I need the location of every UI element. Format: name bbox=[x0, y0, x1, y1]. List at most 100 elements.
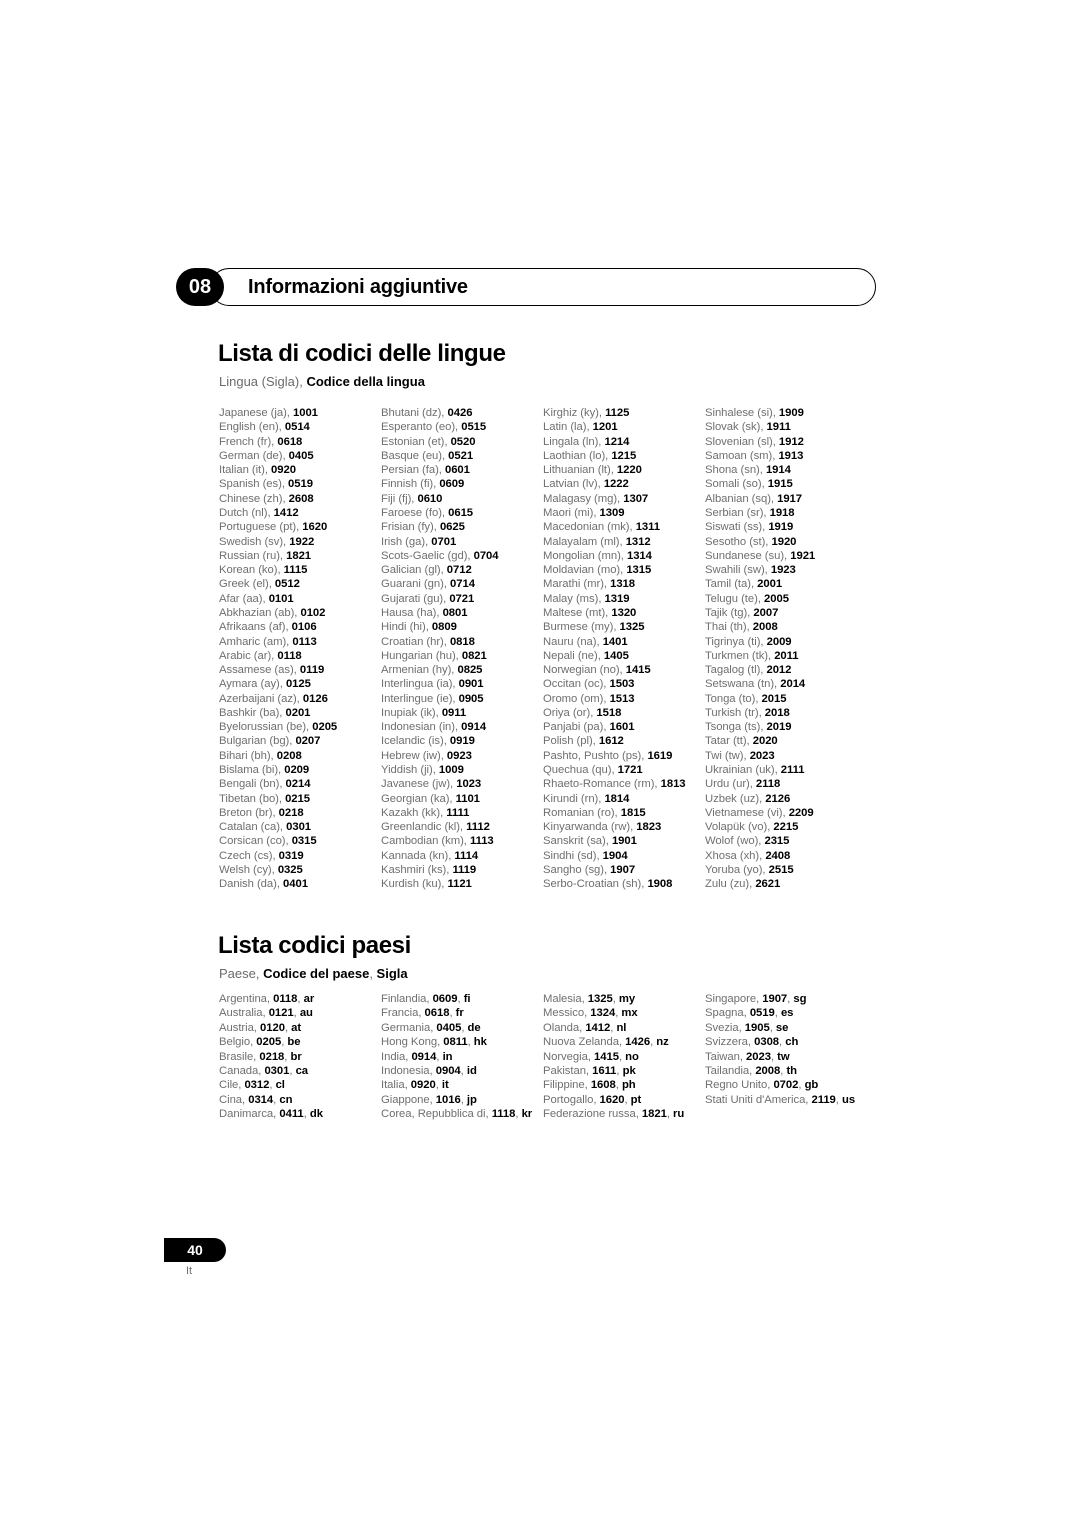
language-code-code: 2023 bbox=[749, 749, 775, 762]
country-code-name: Norvegia, bbox=[543, 1050, 594, 1063]
language-code-name: English (en), bbox=[219, 421, 285, 434]
country-code-row: Cina, 0314, cn bbox=[219, 1093, 381, 1107]
language-code-name: Urdu (ur), bbox=[705, 778, 756, 791]
country-code-abbr: au bbox=[299, 1007, 313, 1020]
language-code-code: 0704 bbox=[473, 549, 499, 562]
language-code-row: Cambodian (km), 1113 bbox=[381, 834, 543, 848]
country-code-row: Germania, 0405, de bbox=[381, 1021, 543, 1035]
language-code-name: Tagalog (tl), bbox=[705, 664, 767, 677]
language-code-code: 1920 bbox=[771, 535, 797, 548]
language-code-row: Tamil (ta), 2001 bbox=[705, 577, 880, 591]
country-code-code: 0811 bbox=[443, 1036, 468, 1049]
country-code-row: Pakistan, 1611, pk bbox=[543, 1064, 705, 1078]
language-code-name: Arabic (ar), bbox=[219, 649, 278, 662]
language-code-row: Siswati (ss), 1919 bbox=[705, 520, 880, 534]
language-code-name: Thai (th), bbox=[705, 621, 753, 634]
language-code-code: 1721 bbox=[617, 764, 643, 777]
language-code-code: 1405 bbox=[603, 649, 629, 662]
language-code-name: Turkish (tr), bbox=[705, 706, 765, 719]
language-code-code: 1923 bbox=[770, 564, 796, 577]
country-code-row: Hong Kong, 0811, hk bbox=[381, 1035, 543, 1049]
language-code-code: 1914 bbox=[765, 464, 791, 477]
country-code-row: Austria, 0120, at bbox=[219, 1021, 381, 1035]
language-code-row: Uzbek (uz), 2126 bbox=[705, 792, 880, 806]
language-code-code: 1619 bbox=[647, 749, 673, 762]
country-code-abbr: no bbox=[625, 1050, 639, 1063]
language-code-name: Sanskrit (sa), bbox=[543, 835, 612, 848]
language-code-name: Kannada (kn), bbox=[381, 849, 455, 862]
country-code-row: Messico, 1324, mx bbox=[543, 1006, 705, 1020]
language-code-code: 0521 bbox=[448, 449, 474, 462]
language-code-name: Scots-Gaelic (gd), bbox=[381, 549, 474, 562]
language-code-name: Assamese (as), bbox=[219, 664, 300, 677]
language-code-code: 0914 bbox=[461, 721, 487, 734]
language-code-row: Finnish (fi), 0609 bbox=[381, 477, 543, 491]
language-code-code: 0319 bbox=[278, 849, 304, 862]
language-code-code: 0101 bbox=[268, 592, 294, 605]
language-code-row: Afar (aa), 0101 bbox=[219, 592, 381, 606]
country-code-code: 1907 bbox=[762, 993, 788, 1005]
language-code-row: Guarani (gn), 0714 bbox=[381, 577, 543, 591]
language-code-code: 1813 bbox=[660, 778, 686, 791]
language-code-row: Bashkir (ba), 0201 bbox=[219, 706, 381, 720]
language-code-code: 0601 bbox=[444, 464, 470, 477]
language-code-code: 0401 bbox=[283, 878, 308, 891]
language-code-name: Nepali (ne), bbox=[543, 649, 604, 662]
language-code-row: Oriya (or), 1518 bbox=[543, 706, 705, 720]
language-code-code: 0919 bbox=[449, 735, 475, 748]
page-number-badge: 40 bbox=[164, 1238, 226, 1262]
language-code-row: Kazakh (kk), 1111 bbox=[381, 806, 543, 820]
country-code-code: 0914 bbox=[411, 1050, 437, 1063]
country-code-row: Australia, 0121, au bbox=[219, 1006, 381, 1020]
language-code-code: 2215 bbox=[773, 821, 799, 834]
language-code-row: Sindhi (sd), 1904 bbox=[543, 849, 705, 863]
language-code-name: Zulu (zu), bbox=[705, 878, 756, 891]
language-code-code: 0207 bbox=[295, 735, 321, 748]
language-code-name: Latvian (lv), bbox=[543, 478, 604, 491]
language-code-name: Oromo (om), bbox=[543, 692, 610, 705]
country-code-row: India, 0914, in bbox=[381, 1050, 543, 1064]
language-code-name: Tibetan (bo), bbox=[219, 792, 286, 805]
language-code-code: 1915 bbox=[767, 478, 793, 491]
country-code-abbr: at bbox=[291, 1021, 302, 1034]
country-code-code: 0411 bbox=[279, 1108, 304, 1121]
language-code-code: 1311 bbox=[635, 521, 661, 534]
language-code-code: 0514 bbox=[284, 421, 310, 434]
language-code-name: Bhutani (dz), bbox=[381, 407, 448, 419]
country-code-name: Nuova Zelanda, bbox=[543, 1036, 626, 1049]
language-code-row: Breton (br), 0218 bbox=[219, 806, 381, 820]
language-code-name: Persian (fa), bbox=[381, 464, 445, 477]
language-code-name: Corsican (co), bbox=[219, 835, 292, 848]
footer-language-code: It bbox=[186, 1265, 193, 1277]
country-code-code: 2119 bbox=[811, 1093, 836, 1106]
country-code-row: Svizzera, 0308, ch bbox=[705, 1035, 885, 1049]
language-code-code: 1115 bbox=[283, 564, 308, 577]
language-code-code: 1111 bbox=[446, 806, 470, 819]
language-code-code: 1215 bbox=[611, 449, 637, 462]
language-code-name: Frisian (fy), bbox=[381, 521, 440, 534]
language-code-row: Somali (so), 1915 bbox=[705, 477, 880, 491]
language-code-name: Twi (tw), bbox=[705, 749, 750, 762]
country-code-abbr: fi bbox=[463, 993, 471, 1005]
language-code-row: Rhaeto-Romance (rm), 1813 bbox=[543, 777, 705, 791]
language-code-code: 1513 bbox=[609, 692, 635, 705]
language-code-column: Japanese (ja), 1001 English (en), 0514 Fre… bbox=[219, 406, 381, 892]
language-code-row: Slovenian (sl), 1912 bbox=[705, 435, 880, 449]
country-code-abbr: br bbox=[290, 1050, 302, 1063]
language-code-row: Serbo-Croatian (sh), 1908 bbox=[543, 877, 705, 891]
language-code-row: Bulgarian (bg), 0207 bbox=[219, 734, 381, 748]
country-code-row: Cile, 0312, cl bbox=[219, 1078, 381, 1092]
language-code-name: Bengali (bn), bbox=[219, 778, 286, 791]
language-code-name: Estonian (et), bbox=[381, 435, 451, 448]
country-subtitle-bold-1: Codice del paese bbox=[263, 966, 370, 981]
language-code-code: 0721 bbox=[449, 592, 475, 605]
language-subtitle-bold: Codice della lingua bbox=[306, 374, 425, 389]
language-code-row: Corsican (co), 0315 bbox=[219, 834, 381, 848]
language-code-name: Swedish (sv), bbox=[219, 535, 290, 548]
country-code-abbr: cl bbox=[275, 1079, 285, 1092]
country-code-code: 0609 bbox=[432, 993, 458, 1005]
language-code-name: Inupiak (ik), bbox=[381, 706, 442, 719]
language-code-code: 1001 bbox=[292, 407, 318, 419]
language-code-name: Kashmiri (ks), bbox=[381, 864, 453, 876]
country-code-name: Cina, bbox=[219, 1093, 249, 1106]
